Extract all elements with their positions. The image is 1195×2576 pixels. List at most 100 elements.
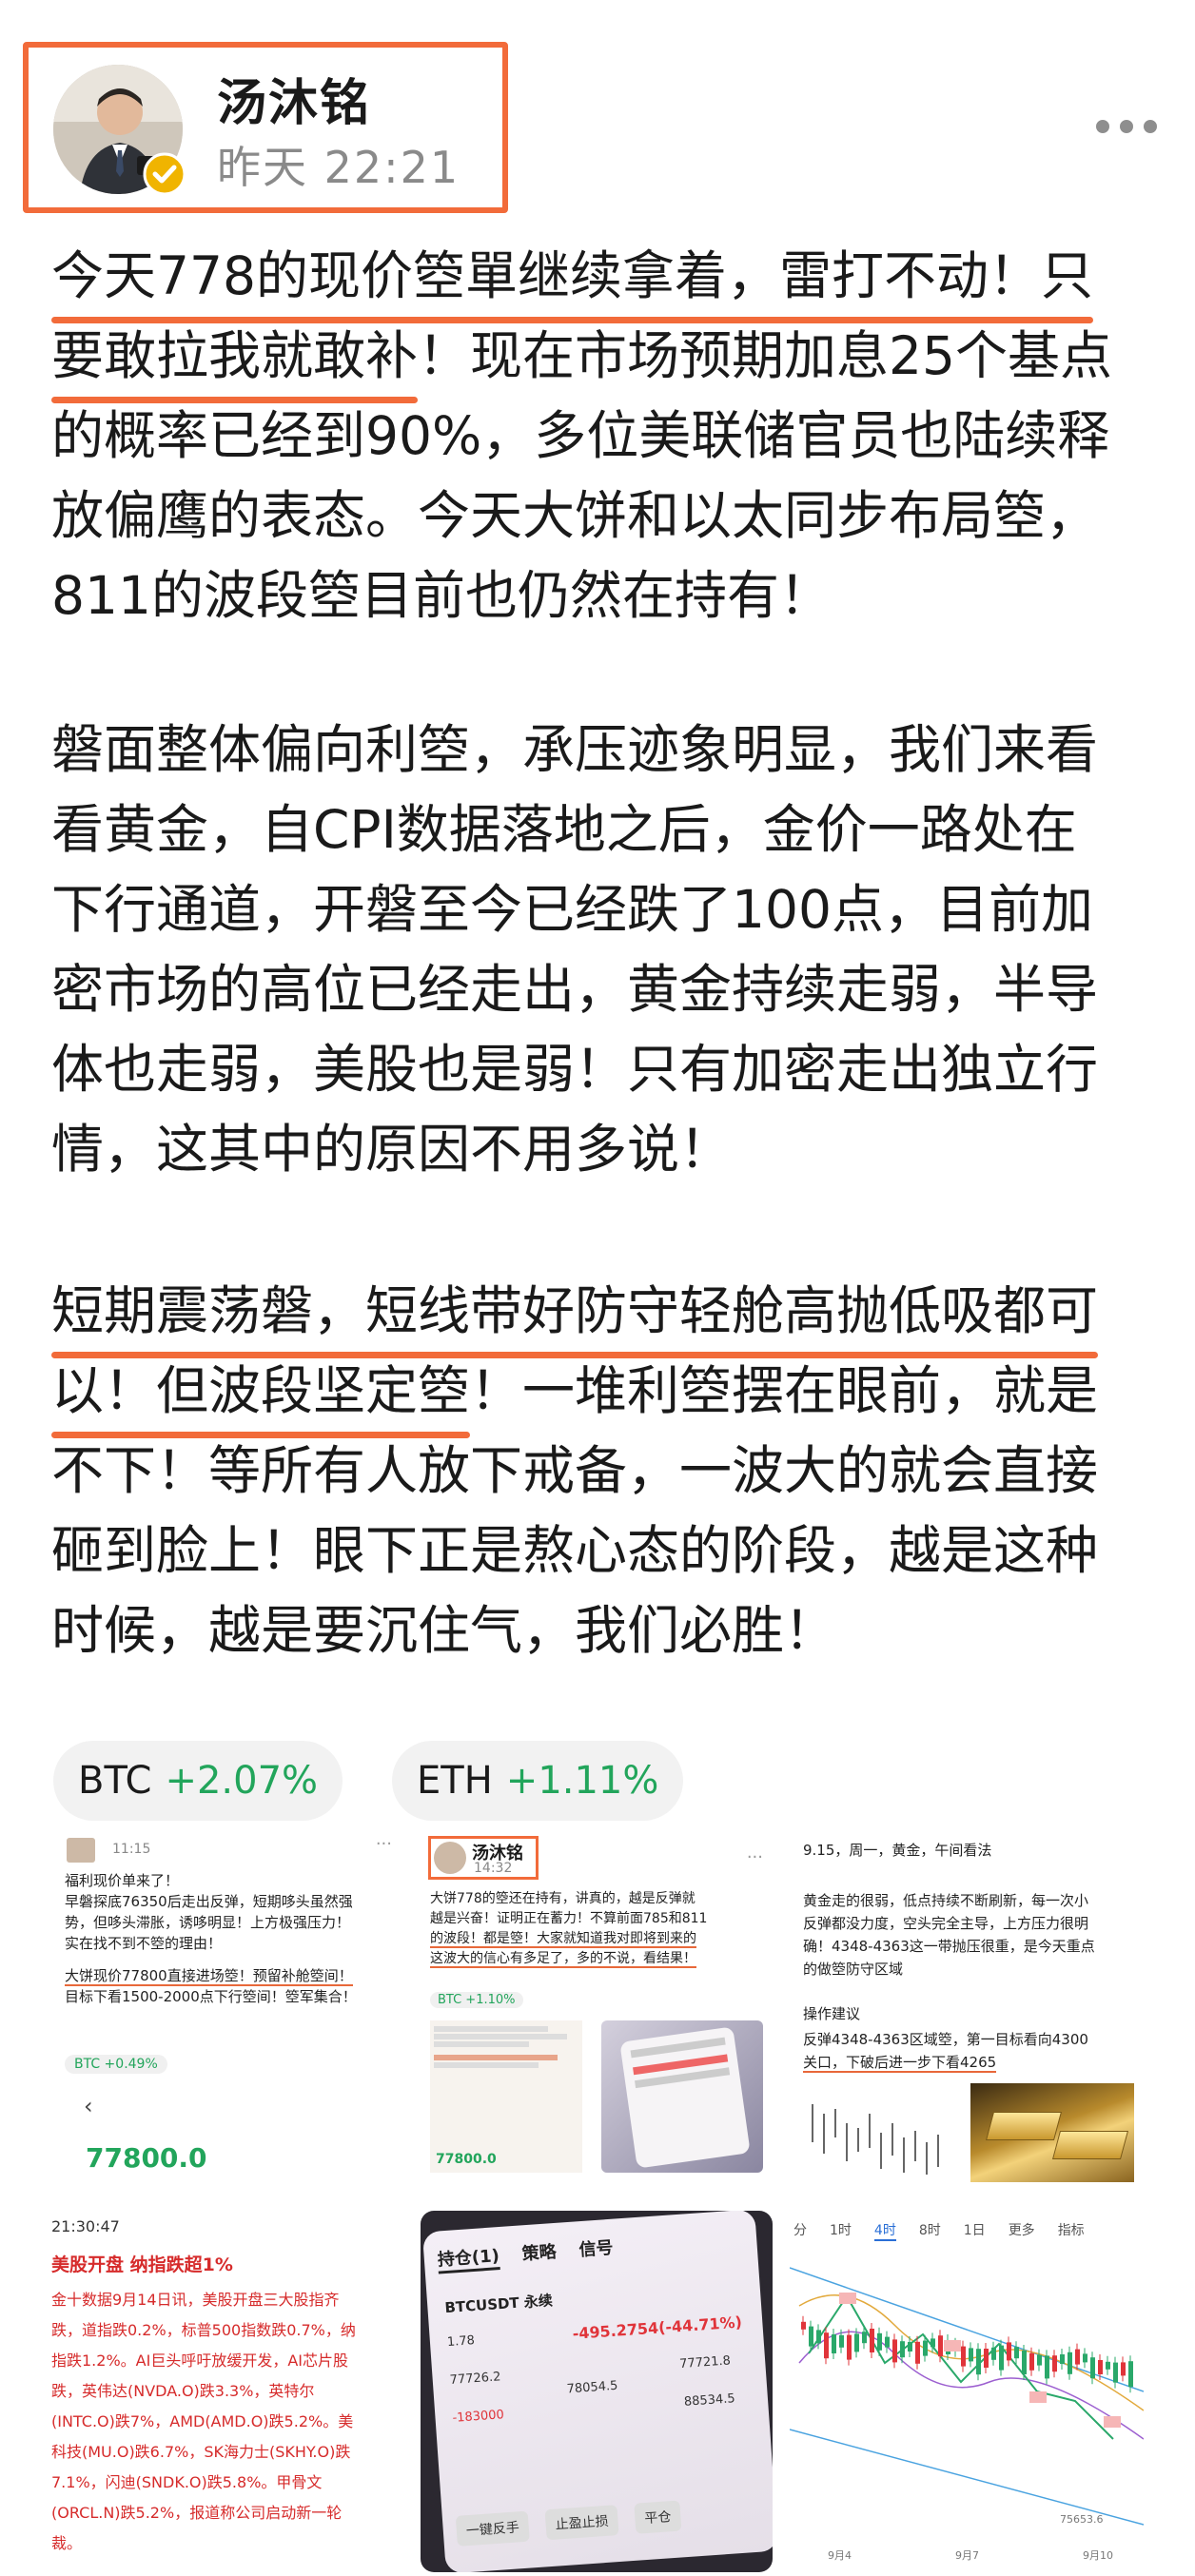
chat-time: 11:15 (112, 1842, 151, 1857)
analysis-title: 9.15，周一，黄金，午间看法 (803, 1842, 992, 1859)
analysis-line: 确！4348-4363这一带抛压很重，是今天重点 (803, 1938, 1095, 1955)
analysis-text: 黄金走的很弱，低点持续不断刷新，每一次小 反弹都没力度，空头完全主导，上方压力很… (803, 1889, 1142, 1981)
candle-body (991, 2347, 996, 2360)
more-options-icon[interactable] (1096, 112, 1157, 141)
post-text: 的概率已经到90%，多位美联储官员也陆续释 (51, 405, 1110, 466)
highlighted-text: 以！但波段坚定箜 (51, 1351, 471, 1438)
analysis-line: 的做箜防守区域 (803, 1961, 904, 1978)
candle-body (809, 2326, 813, 2347)
candle-body (1128, 2361, 1133, 2388)
analysis-line: 黄金走的很弱，低点持续不断刷新，每一次小 (803, 1892, 1089, 1909)
highlighted-text: 今天778的现价箜單继续拿着，雷打不动！只 (51, 236, 1093, 323)
timeframe-tab-active: 4时 (873, 2220, 896, 2241)
ticker-eth[interactable]: ETH +1.11% (392, 1741, 684, 1821)
candle-body (1029, 2352, 1034, 2371)
post-text: 放偏鹰的表态。今天大饼和以太同步布局箜， (51, 485, 1099, 546)
candle-body (931, 2338, 935, 2348)
news-line: (INTC.O)跌7%，AMD(AMD.O)跌5.2%。美 (51, 2412, 354, 2430)
price-level-label: 75653.6 (1060, 2513, 1104, 2526)
position-size: 1.78 (446, 2333, 476, 2351)
operation-title: 操作建议 (803, 2005, 861, 2022)
timeframe-tab: 1日 (963, 2223, 986, 2238)
post-text: ！一堆利箜摆在眼前，就是 (470, 1360, 1099, 1421)
news-line: 7.1%，闪迪(SNDK.O)跌5.8%。甲骨文 (51, 2473, 323, 2491)
candle-body (832, 2334, 836, 2353)
timeframe-tab: 分 (793, 2223, 807, 2238)
image-thumbnail-2[interactable]: 汤沐铭 14:32 ··· 大饼778的箜还在持有，讲真的，越是反弹就 越是兴奋… (421, 1830, 773, 2192)
highlighted-text: 要敢拉我就敢补 (51, 316, 419, 403)
post-text: ！现在市场预期加息25个基点 (418, 325, 1113, 386)
mini-ticker: BTC +1.10% (430, 1992, 523, 2008)
candle-body (1106, 2361, 1110, 2370)
mini-ticker-text: BTC +1.10% (438, 1993, 516, 2007)
candle-body (862, 2332, 867, 2344)
candle-body (1007, 2342, 1011, 2361)
pnl-small: -183000 (452, 2408, 505, 2426)
analysis-line: 反弹都没力度，空头完全主导，上方压力很明 (803, 1915, 1089, 1932)
news-line: 科技(MU.O)跌6.7%，SK海力士(SKHY.O)跌 (51, 2443, 351, 2461)
trading-pair: BTCUSDT 永续 (443, 2292, 554, 2317)
chat-line-highlighted: 大饼现价77800直接进场箜！预留补舱箜间！ (65, 1967, 353, 1986)
chat-line: 实在找不到不箜的理由！ (65, 1935, 223, 1952)
news-line: (ORCL.N)跌5.2%，报道称公司启动新一轮 (51, 2504, 343, 2522)
author-name[interactable]: 汤沐铭 (217, 63, 371, 134)
candle-body (915, 2341, 920, 2364)
candle-body (923, 2340, 928, 2356)
candle-body (1014, 2347, 1019, 2359)
post-text: 不下！等所有人放下戒备，一波大的就会直接 (51, 1440, 1099, 1501)
phone-screen: 持仓(1) 策略 信号 BTCUSDT 永续 -495.2754(-44.71%… (421, 2211, 773, 2572)
mini-ticker-text: BTC +0.49% (74, 2057, 158, 2072)
candle-body (1083, 2353, 1087, 2363)
candle-body (877, 2332, 882, 2351)
chat-line: 目标下看1500-2000点下行箜间！箜军集合！ (65, 1988, 357, 2005)
post-text: 情，这其中的原因不用多说！ (51, 1119, 733, 1180)
chat-line: 大饼778的箜还在持有，讲真的，越是反弹就 (430, 1891, 695, 1906)
candle-body (847, 2334, 852, 2360)
gold-bars-photo (970, 2083, 1134, 2182)
chat-line: 越是兴奋！证明正在蓄力！不算前面785和811 (430, 1911, 708, 1926)
mini-time: 14:32 (474, 1861, 513, 1876)
candle-body (976, 2349, 981, 2375)
ticker-btc[interactable]: BTC +2.07% (53, 1741, 343, 1821)
candle-body (908, 2342, 912, 2352)
candle-body (961, 2346, 966, 2367)
candle-body (801, 2321, 806, 2330)
post-text: 811的波段箜目前也仍然在持有！ (51, 565, 832, 626)
entry-price: 77726.2 (449, 2370, 501, 2388)
app-tab: 信号 (578, 2237, 615, 2261)
last-price: 77721.8 (678, 2353, 732, 2372)
chat-line: 福利现价单来了！ (65, 1872, 180, 1889)
image-thumbnail-1[interactable]: 11:15 ··· 福利现价单来了！ 早磐探底76350后走出反弹，短期哆头虽然… (51, 1830, 403, 2192)
image-thumbnail-5[interactable]: 持仓(1) 策略 信号 BTCUSDT 永续 -495.2754(-44.71%… (421, 2211, 773, 2572)
image-thumbnail-3[interactable]: 9.15，周一，黄金，午间看法 黄金走的很弱，低点持续不断刷新，每一次小 反弹都… (790, 1830, 1144, 2192)
pnl-value: -495.2754(-44.71%) (572, 2313, 743, 2343)
candle-body (999, 2345, 1004, 2371)
post-text: 体也走弱，美股也是弱！只有加密走出独立行 (51, 1039, 1099, 1100)
news-line: 裁。 (51, 2534, 83, 2552)
mini-ticker: BTC +0.49% (65, 2055, 167, 2074)
candle-body (984, 2349, 989, 2368)
timeframe-tab: 8时 (918, 2223, 941, 2238)
ticker-change: +1.11% (505, 1759, 659, 1803)
mini-avatar (67, 1838, 95, 1863)
chat-line-highlighted: 的波段！都是箜！大家就知道我对即将到来的 (430, 1931, 696, 1948)
candle-body (1060, 2354, 1065, 2364)
price-label: 77800.0 (86, 2142, 207, 2174)
news-line: 金十数据9月14日讯，美股开盘三大股指齐 (51, 2291, 340, 2309)
image-thumbnail-6[interactable]: 分 1时 4时 8时 1日 更多 指标 75653.6 9月4 9月7 9月10 (790, 2211, 1144, 2572)
timeframe-tab: 1时 (830, 2223, 852, 2238)
news-headline: 美股开盘 纳指跌超1% (51, 2254, 233, 2275)
phone-photo (601, 2020, 763, 2173)
news-body: 金十数据9月14日讯，美股开盘三大股指齐 跌，道指跌0.2%，标普500指数跌0… (51, 2285, 403, 2559)
candle-body (1121, 2362, 1126, 2376)
post-text: 砸到脸上！眼下正是熬心态的阶段，越是这种 (51, 1520, 1099, 1581)
candlestick-chart (790, 2267, 1144, 2526)
candle-body (1045, 2355, 1049, 2379)
more-options-icon: ··· (375, 1834, 392, 1854)
chat-line: 势，但哆头滞胀，诱哆明显！上方极强压力！ (65, 1914, 351, 1931)
date-axis: 9月4 9月7 9月10 (828, 2547, 1113, 2563)
candle-body (870, 2329, 874, 2352)
candle-body (1068, 2352, 1072, 2374)
post-text: 下行通道，开磐至今已经跌了100点，目前加 (51, 879, 1093, 940)
image-thumbnail-4[interactable]: 21:30:47 美股开盘 纳指跌超1% 金十数据9月14日讯，美股开盘三大股指… (51, 2211, 403, 2572)
